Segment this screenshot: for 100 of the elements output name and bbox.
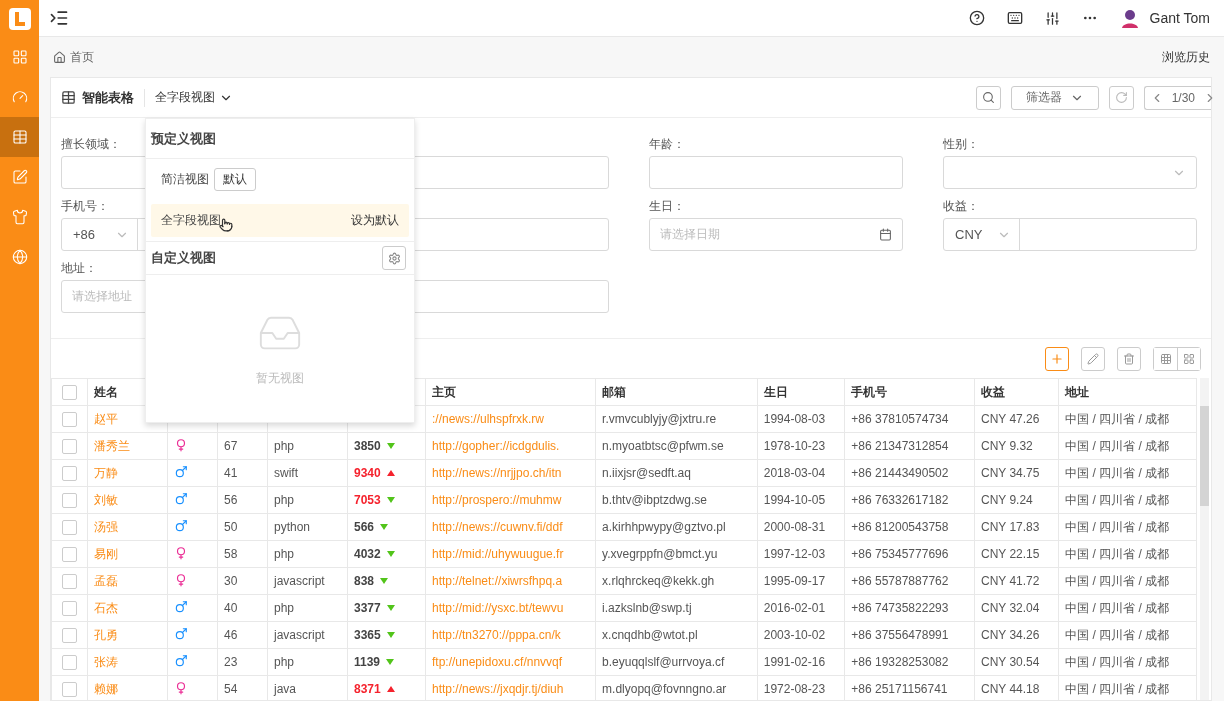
name-link[interactable]: 孟磊 bbox=[94, 573, 118, 588]
prefix-select[interactable]: CNY bbox=[944, 219, 1020, 250]
checkbox[interactable] bbox=[62, 681, 77, 697]
search-icon bbox=[981, 91, 995, 104]
checkbox[interactable] bbox=[62, 492, 77, 508]
keyboard-icon[interactable] bbox=[1006, 10, 1023, 26]
checkbox[interactable] bbox=[62, 465, 77, 481]
grid-icon bbox=[1183, 352, 1195, 365]
table-cell: 2016-02-01 bbox=[763, 601, 826, 615]
table-cell: +86 55787887762 bbox=[851, 574, 949, 588]
shirt-icon bbox=[11, 209, 28, 225]
name-link[interactable]: 易刚 bbox=[94, 546, 118, 561]
input-field[interactable]: CNY bbox=[943, 218, 1197, 251]
table-cell: 中国 / 四川省 / 成都 bbox=[1065, 600, 1170, 615]
sliders-icon[interactable] bbox=[1044, 10, 1060, 26]
help-icon[interactable] bbox=[968, 10, 985, 26]
table-cell: php bbox=[274, 655, 295, 669]
view-menu-item[interactable]: 简洁视图 默认 bbox=[151, 163, 409, 196]
sidebar-item[interactable] bbox=[0, 117, 39, 157]
name-link[interactable]: 汤强 bbox=[94, 519, 118, 534]
table-cell: CNY 17.83 bbox=[980, 520, 1040, 534]
table-cell: 56 bbox=[224, 493, 238, 507]
table-cell: 67 bbox=[224, 439, 238, 453]
table-cell: b.eyuqqlslf@urrvoya.cf bbox=[602, 655, 725, 669]
score-value: 3377 bbox=[354, 601, 381, 615]
column-header: 生日 bbox=[763, 384, 788, 399]
score-value: 9340 bbox=[354, 466, 381, 480]
menu-icon[interactable] bbox=[49, 8, 69, 28]
table-cell: CNY 22.15 bbox=[980, 547, 1040, 561]
name-link[interactable]: 石杰 bbox=[94, 600, 118, 615]
add-button[interactable] bbox=[1045, 346, 1069, 371]
card-title: 智能表格 bbox=[82, 88, 134, 107]
edit-button[interactable] bbox=[1081, 346, 1105, 371]
settings-button[interactable] bbox=[382, 246, 406, 270]
table-cell: r.vmvcublyjy@jxtru.re bbox=[602, 412, 717, 426]
table-cell: 2003-10-02 bbox=[763, 628, 826, 642]
table-cell: +86 21443490502 bbox=[851, 466, 949, 480]
history-link[interactable]: 浏览历史 bbox=[1162, 48, 1210, 66]
globe-icon bbox=[11, 249, 28, 265]
table-cell: CNY 47.26 bbox=[980, 412, 1040, 426]
table-cell: +86 19328253082 bbox=[851, 655, 949, 669]
checkbox[interactable] bbox=[62, 519, 77, 535]
table-cell: 中国 / 四川省 / 成都 bbox=[1065, 465, 1170, 480]
field-label: 手机号： bbox=[61, 198, 109, 215]
table-cell: 中国 / 四川省 / 成都 bbox=[1065, 411, 1170, 426]
home-icon bbox=[53, 50, 66, 64]
table-cell: 中国 / 四川省 / 成都 bbox=[1065, 627, 1170, 642]
date-field[interactable]: 请选择日期 bbox=[649, 218, 903, 251]
settings-icon bbox=[387, 251, 401, 265]
select-field[interactable] bbox=[943, 156, 1197, 189]
checkbox[interactable] bbox=[62, 627, 77, 643]
table-cell: CNY 34.75 bbox=[980, 466, 1040, 480]
table-cell: 中国 / 四川省 / 成都 bbox=[1065, 492, 1170, 507]
checkbox[interactable] bbox=[62, 654, 77, 670]
table-cell: x.rlqhrckeq@kekk.gh bbox=[602, 574, 715, 588]
table-cell: 41 bbox=[224, 466, 238, 480]
refresh-button[interactable] bbox=[1108, 85, 1134, 110]
hand-cursor-icon bbox=[219, 217, 233, 232]
column-header: 地址 bbox=[1065, 384, 1090, 399]
name-link[interactable]: 刘敏 bbox=[94, 492, 118, 507]
table-cell: CNY 9.24 bbox=[980, 493, 1033, 507]
name-link[interactable]: 张涛 bbox=[94, 654, 118, 669]
table-cell: 54 bbox=[224, 682, 238, 696]
plus-icon bbox=[1050, 351, 1064, 366]
table-cell: 中国 / 四川省 / 成都 bbox=[1065, 519, 1170, 534]
card-view-button[interactable] bbox=[1177, 347, 1200, 370]
column-header: 邮箱 bbox=[602, 384, 627, 399]
checkbox[interactable] bbox=[62, 411, 77, 427]
table-cell: 中国 / 四川省 / 成都 bbox=[1065, 654, 1170, 669]
checkbox[interactable] bbox=[62, 438, 77, 454]
checkbox[interactable] bbox=[62, 546, 77, 562]
score-value: 3365 bbox=[354, 628, 381, 642]
view-menu-item[interactable]: 全字段视图 设为默认 bbox=[151, 204, 409, 237]
table-cell: i.azkslnb@swp.tj bbox=[602, 601, 692, 615]
name-link[interactable]: 赖娜 bbox=[94, 681, 118, 696]
prefix-select[interactable]: +86 bbox=[62, 219, 138, 250]
checkbox[interactable] bbox=[62, 573, 77, 589]
set-default-button[interactable]: 设为默认 bbox=[351, 212, 399, 229]
breadcrumb-link[interactable]: 首页 bbox=[70, 48, 94, 66]
input-field[interactable] bbox=[649, 156, 903, 189]
logo-icon bbox=[8, 7, 31, 30]
search-button[interactable] bbox=[975, 85, 1001, 110]
table-cell: 中国 / 四川省 / 成都 bbox=[1065, 573, 1170, 588]
table-cell: 2018-03-04 bbox=[763, 466, 826, 480]
column-header: 手机号 bbox=[851, 384, 888, 399]
table-cell: +86 75345777696 bbox=[851, 547, 949, 561]
table-cell: +86 37556478991 bbox=[851, 628, 949, 642]
name-link[interactable]: 万静 bbox=[94, 465, 118, 480]
edit-icon bbox=[11, 169, 28, 185]
delete-button[interactable] bbox=[1117, 346, 1141, 371]
table-cell: +86 74735822293 bbox=[851, 601, 949, 615]
scrollbar[interactable] bbox=[1200, 378, 1209, 700]
name-link[interactable]: 赵平 bbox=[94, 411, 118, 426]
name-link[interactable]: 孔勇 bbox=[94, 627, 118, 642]
checkbox[interactable] bbox=[62, 600, 77, 616]
table-cell: 46 bbox=[224, 628, 238, 642]
filter-dropdown[interactable]: 筛选器 bbox=[1010, 85, 1099, 110]
table-cell: +86 25171156741 bbox=[851, 682, 948, 696]
view-dropdown[interactable]: 全字段视图 bbox=[155, 89, 233, 106]
checkbox[interactable] bbox=[62, 384, 77, 400]
